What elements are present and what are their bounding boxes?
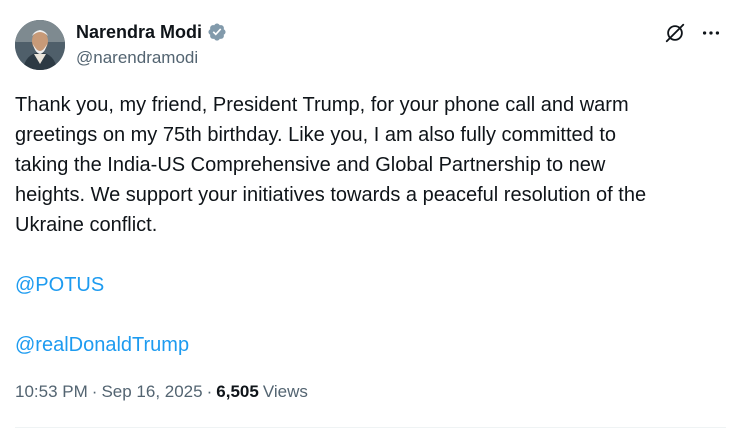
tweet-text-line: Ukraine conflict. xyxy=(15,214,158,236)
mention-realdonaldtrump[interactable]: @realDonaldTrump xyxy=(15,334,189,356)
meta-separator: · xyxy=(206,382,213,401)
author-display-name[interactable]: Narendra Modi xyxy=(76,21,202,43)
verified-badge-icon[interactable] xyxy=(207,22,227,42)
tweet-text-line: taking the India-US Comprehensive and Gl… xyxy=(15,154,606,176)
tweet-text-line: greetings on my 75th birthday. Like you,… xyxy=(15,124,617,146)
views-count: 6,505 xyxy=(216,382,259,401)
grok-icon[interactable] xyxy=(664,22,686,44)
avatar[interactable] xyxy=(15,20,65,70)
tweet-text: Thank you, my friend, President Trump, f… xyxy=(15,90,730,360)
mention-potus[interactable]: @POTUS xyxy=(15,274,104,296)
tweet-time[interactable]: 10:53 PM xyxy=(15,381,88,403)
meta-separator: · xyxy=(91,382,98,401)
more-icon[interactable] xyxy=(700,22,722,44)
tweet: Narendra Modi @narendramodi Thank you, m… xyxy=(0,0,748,430)
tweet-meta: 10:53 PM · Sep 16, 2025 · 6,505 Views xyxy=(15,381,308,403)
author-name-row: Narendra Modi xyxy=(76,21,227,43)
tweet-date[interactable]: Sep 16, 2025 xyxy=(101,381,202,403)
tweet-text-line: heights. We support your initiatives tow… xyxy=(15,184,647,206)
divider xyxy=(15,427,726,428)
views-label: Views xyxy=(262,382,308,401)
tweet-text-line: Thank you, my friend, President Trump, f… xyxy=(15,94,629,116)
author-handle[interactable]: @narendramodi xyxy=(76,47,198,69)
tweet-actions xyxy=(664,22,722,44)
